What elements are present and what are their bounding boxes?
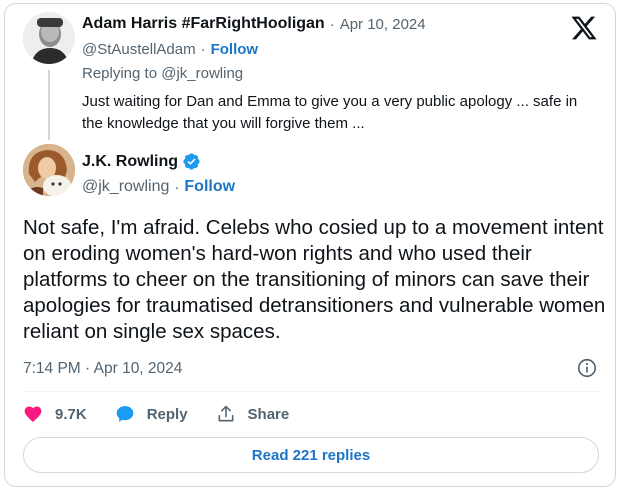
parent-author-row: Adam Harris #FarRightHooligan · Apr 10, … — [82, 15, 426, 33]
like-count: 9.7K — [55, 405, 87, 423]
heart-icon — [24, 406, 42, 422]
parent-handle-row: @StAustellAdam · Follow — [82, 41, 258, 58]
x-logo-icon[interactable] — [570, 14, 598, 42]
parent-tweet-date[interactable]: Apr 10, 2024 — [340, 16, 426, 33]
main-tweet-text: Not safe, I'm afraid. Celebs who cosied … — [23, 216, 606, 343]
share-label: Share — [247, 405, 290, 423]
tweet-actions-bar: 9.7K Reply Share — [23, 403, 317, 425]
follow-parent-author-button[interactable]: Follow — [211, 41, 259, 58]
parent-tweet-text: Just waiting for Dan and Emma to give yo… — [82, 93, 578, 132]
like-button[interactable]: 9.7K — [23, 404, 87, 424]
replying-to-label: Replying to @jk_rowling — [82, 65, 244, 82]
main-handle-row: @jk_rowling · Follow — [82, 178, 235, 196]
divider — [23, 391, 598, 392]
share-button[interactable]: Share — [216, 404, 290, 424]
read-replies-button[interactable]: Read 221 replies — [23, 437, 599, 473]
reply-button[interactable]: Reply — [115, 404, 188, 424]
avatar-adam-harris[interactable] — [23, 12, 75, 64]
speech-bubble-icon — [116, 406, 134, 422]
share-upload-icon — [218, 405, 234, 422]
reply-label: Reply — [146, 405, 188, 423]
thread-connector-line — [48, 70, 50, 140]
verified-badge-icon — [183, 153, 200, 170]
separator-dot: · — [174, 178, 180, 196]
separator-dot: · — [329, 15, 335, 33]
main-tweet-timestamp[interactable]: 7:14 PM · Apr 10, 2024 — [23, 360, 182, 378]
info-icon[interactable] — [576, 357, 598, 379]
main-handle[interactable]: @jk_rowling — [82, 178, 169, 196]
main-display-name[interactable]: J.K. Rowling — [82, 153, 178, 171]
separator-dot: · — [200, 41, 206, 58]
main-author-row: J.K. Rowling — [82, 152, 201, 171]
follow-main-author-button[interactable]: Follow — [184, 178, 235, 196]
avatar-jk-rowling[interactable] — [23, 144, 75, 196]
parent-handle[interactable]: @StAustellAdam — [82, 41, 196, 58]
parent-display-name[interactable]: Adam Harris #FarRightHooligan — [82, 15, 325, 33]
